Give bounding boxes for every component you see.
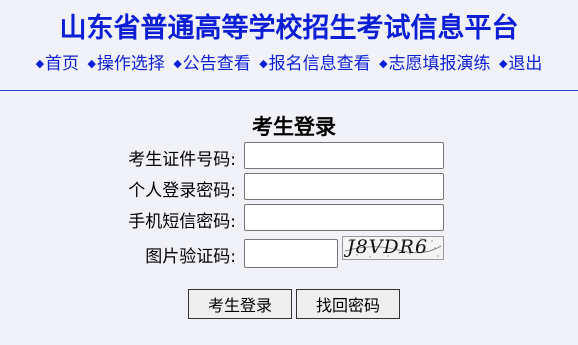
captcha-image[interactable]: J8VDR6	[342, 236, 444, 260]
header-divider	[0, 90, 578, 91]
id-number-label: 考生证件号码:	[128, 150, 236, 170]
diamond-bullet-icon: ◆	[35, 57, 45, 70]
sms-code-row: 手机短信密码:	[0, 204, 578, 232]
nav-item-announcements[interactable]: ◆公告查看	[173, 54, 250, 74]
recover-password-button[interactable]: 找回密码	[296, 289, 400, 319]
diamond-bullet-icon: ◆	[87, 57, 96, 70]
login-title: 考生登录	[252, 115, 336, 139]
nav-item-label: 报名信息查看	[268, 54, 371, 74]
password-input[interactable]	[244, 173, 444, 200]
nav-item-registration-info[interactable]: ◆报名信息查看	[259, 54, 370, 74]
captcha-label: 图片验证码:	[145, 247, 236, 267]
nav-item-label: 操作选择	[96, 54, 165, 74]
diamond-bullet-icon: ◆	[379, 57, 388, 70]
nav-item-label: 公告查看	[182, 54, 251, 74]
captcha-code: J8VDR6	[347, 236, 429, 258]
captcha-row: 图片验证码: J8VDR6	[0, 236, 578, 268]
password-row: 个人登录密码:	[0, 173, 578, 201]
sms-code-label: 手机短信密码:	[128, 212, 236, 232]
nav-item-logout[interactable]: ◆退出	[499, 54, 542, 74]
password-label: 个人登录密码:	[128, 181, 236, 201]
diamond-bullet-icon: ◆	[259, 57, 268, 70]
sms-code-input[interactable]	[244, 204, 444, 231]
nav-item-home[interactable]: ◆首页	[36, 54, 79, 74]
diamond-bullet-icon: ◆	[173, 57, 182, 70]
top-nav: ◆首页 ◆操作选择 ◆公告查看 ◆报名信息查看 ◆志愿填报演练 ◆退出	[0, 49, 578, 74]
id-number-input[interactable]	[244, 142, 444, 169]
nav-item-label: 退出	[508, 54, 543, 74]
nav-item-application-practice[interactable]: ◆志愿填报演练	[379, 54, 490, 74]
diamond-bullet-icon: ◆	[498, 57, 508, 70]
form-actions: 考生登录 找回密码	[0, 289, 578, 319]
captcha-input[interactable]	[244, 239, 338, 268]
nav-item-operation-select[interactable]: ◆操作选择	[87, 54, 164, 74]
nav-item-label: 志愿填报演练	[388, 54, 491, 74]
id-number-row: 考生证件号码:	[0, 142, 578, 170]
site-title: 山东省普通高等学校招生考试信息平台	[59, 13, 519, 44]
nav-item-label: 首页	[45, 54, 80, 74]
login-button[interactable]: 考生登录	[188, 289, 292, 319]
